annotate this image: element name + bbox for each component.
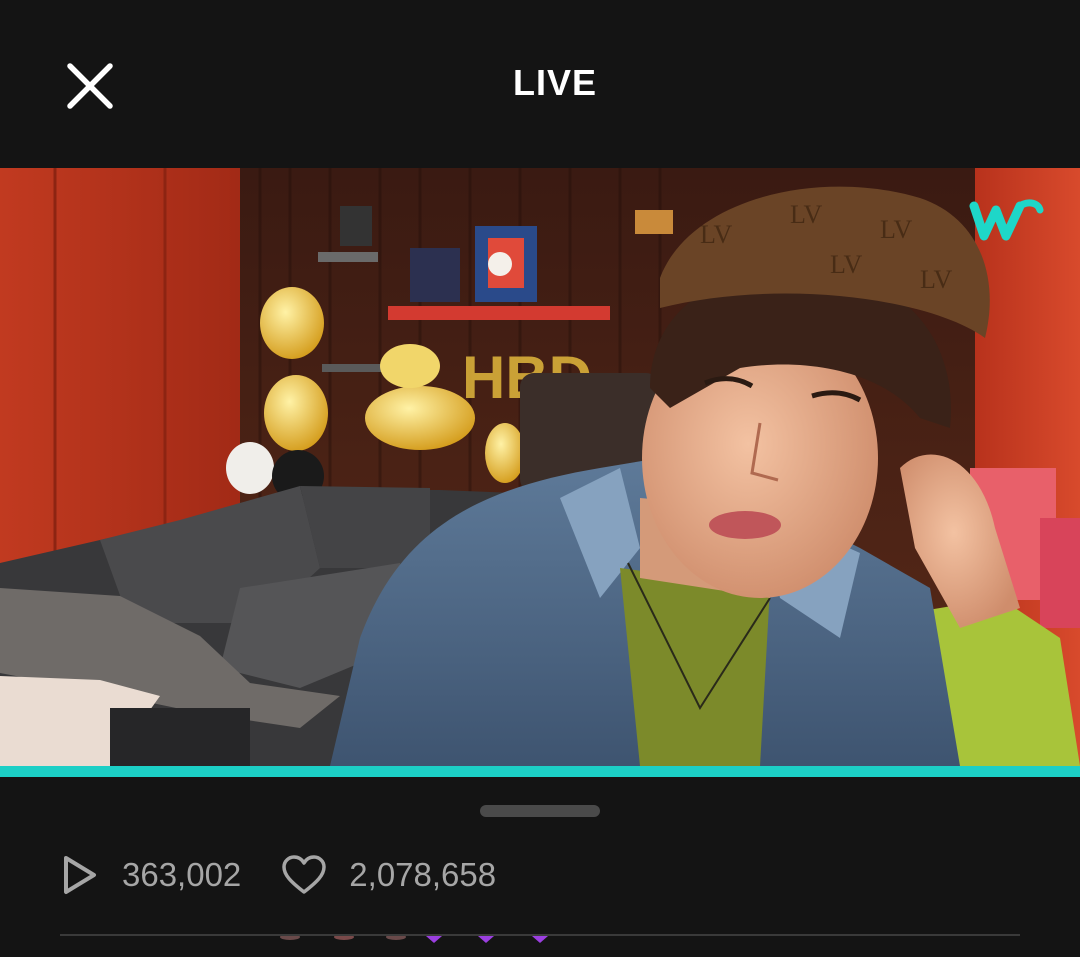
- top-bar: LIVE: [0, 0, 1080, 168]
- svg-text:LV: LV: [880, 215, 912, 244]
- like-count-value: 2,078,658: [349, 856, 497, 893]
- play-count: 363,002: [60, 853, 241, 897]
- heart-icon: [282, 855, 327, 894]
- info-sheet: 363,002 2,078,658: [0, 777, 1080, 957]
- svg-text:LV: LV: [920, 265, 952, 294]
- comment-preview-peek: [280, 936, 548, 943]
- playback-progress-bar[interactable]: [0, 766, 1080, 777]
- video-frame: HBD: [0, 168, 1080, 766]
- play-count-value: 363,002: [122, 856, 242, 893]
- like-count: 2,078,658: [281, 854, 496, 896]
- svg-text:LV: LV: [790, 200, 822, 229]
- playback-progress-fill: [0, 766, 1080, 777]
- play-icon: [64, 856, 96, 894]
- stats-row: 363,002 2,078,658: [60, 851, 536, 899]
- weverse-logo-icon: [969, 199, 1044, 241]
- svg-text:LV: LV: [830, 250, 862, 279]
- live-video-player[interactable]: HBD: [0, 168, 1080, 766]
- sheet-drag-handle[interactable]: [480, 805, 600, 817]
- page-title: LIVE: [512, 62, 597, 103]
- svg-text:LV: LV: [700, 220, 732, 249]
